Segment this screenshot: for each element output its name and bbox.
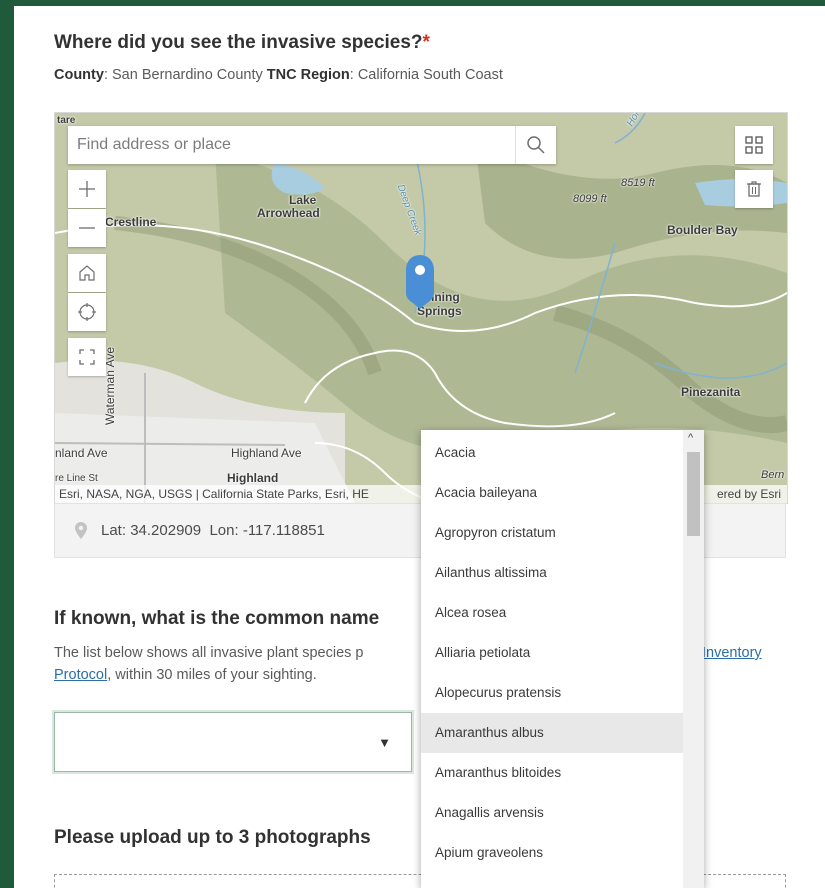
location-question-title: Where did you see the invasive species?* [54, 32, 430, 54]
location-question-text: Where did you see the invasive species? [54, 32, 423, 53]
map-label-arrowhead: Arrowhead [257, 206, 320, 220]
common-name-select[interactable]: ▼ [54, 712, 412, 772]
map-label-bern: Bern [761, 469, 785, 481]
dropdown-option[interactable]: Acacia baileyana [421, 473, 683, 513]
region-value: California South Coast [357, 67, 503, 83]
map-label-tare: tare [57, 115, 76, 126]
scroll-up-icon[interactable]: ^ [688, 432, 693, 444]
map-label-highland-ave: Highland Ave [231, 446, 302, 460]
dropdown-option[interactable]: Apium graveolens [421, 833, 683, 873]
dropdown-option[interactable]: Agropyron cristatum [421, 513, 683, 553]
dropdown-scrollbar[interactable]: ^ [683, 430, 704, 888]
required-mark: * [422, 32, 430, 53]
dropdown-option[interactable]: Acacia [421, 433, 683, 473]
photo-upload-question-title: Please upload up to 3 photographs [54, 827, 371, 848]
map-search-input[interactable] [68, 127, 515, 163]
locate-button[interactable] [68, 293, 106, 331]
map-label-re-line: re Line St [55, 473, 98, 484]
scrollbar-thumb[interactable] [687, 452, 700, 536]
inventory-link[interactable]: Inventory [702, 642, 762, 664]
qr-code-icon [745, 136, 763, 154]
map-pin-icon [75, 522, 87, 539]
zoom-out-button[interactable] [68, 209, 106, 247]
fullscreen-button[interactable] [68, 338, 106, 376]
dropdown-option[interactable]: Anagallis arvensis [421, 793, 683, 833]
lat-label: Lat: [101, 522, 127, 539]
powered-by-esri[interactable]: ered by Esri [717, 485, 781, 503]
plus-icon [79, 181, 95, 197]
fullscreen-icon [79, 349, 95, 365]
minus-icon [79, 227, 95, 229]
caret-down-icon: ▼ [378, 735, 391, 750]
county-value: San Bernardino County [112, 67, 263, 83]
protocol-link[interactable]: Protocol [54, 667, 107, 683]
help-line-2: , within 30 miles of your sighting. [107, 667, 317, 683]
location-subtitle: County: San Bernardino County TNC Region… [54, 67, 503, 83]
lon-value: -117.118851 [242, 522, 325, 539]
region-label: TNC Region [266, 67, 350, 83]
dropdown-option[interactable]: Amaranthus blitoides [421, 753, 683, 793]
map-search-button[interactable] [515, 126, 556, 164]
map-label-pinezanita: Pinezanita [681, 385, 741, 399]
lon-label: Lon: [209, 522, 239, 539]
crosshair-icon [78, 303, 96, 321]
delete-location-button[interactable] [735, 170, 773, 208]
home-button[interactable] [68, 254, 106, 292]
map-label-elev2: 8099 ft [573, 193, 607, 205]
dropdown-option[interactable]: Alcea rosea [421, 593, 683, 633]
zoom-in-button[interactable] [68, 170, 106, 208]
help-line-1: The list below shows all invasive plant … [54, 645, 364, 661]
attribution-text: Esri, NASA, NGA, USGS | California State… [59, 487, 369, 501]
county-label: County [54, 67, 104, 83]
trash-icon [747, 181, 761, 197]
map-label-land-ave: nland Ave [55, 446, 108, 460]
dropdown-option-highlighted[interactable]: Amaranthus albus [421, 713, 683, 753]
dropdown-option[interactable]: Ailanthus altissima [421, 553, 683, 593]
map-label-highland: Highland [227, 471, 279, 485]
map-label-crestline: Crestline [105, 215, 157, 229]
common-name-question-title: If known, what is the common name [54, 608, 380, 629]
dropdown-option[interactable]: Alopecurus pratensis [421, 673, 683, 713]
species-dropdown-list[interactable]: Acacia Acacia baileyana Agropyron crista… [421, 430, 704, 888]
map-label-boulder-bay: Boulder Bay [667, 223, 738, 237]
qr-code-button[interactable] [735, 126, 773, 164]
location-pin-icon[interactable] [405, 253, 435, 313]
lat-value: 34.202909 [130, 522, 202, 539]
map-label-elev1: 8519 ft [621, 177, 655, 189]
dropdown-option[interactable]: Alliaria petiolata [421, 633, 683, 673]
map-label-lake: Lake [289, 193, 317, 207]
map-search-box [68, 126, 556, 164]
search-icon [527, 136, 545, 154]
home-icon [79, 265, 95, 281]
